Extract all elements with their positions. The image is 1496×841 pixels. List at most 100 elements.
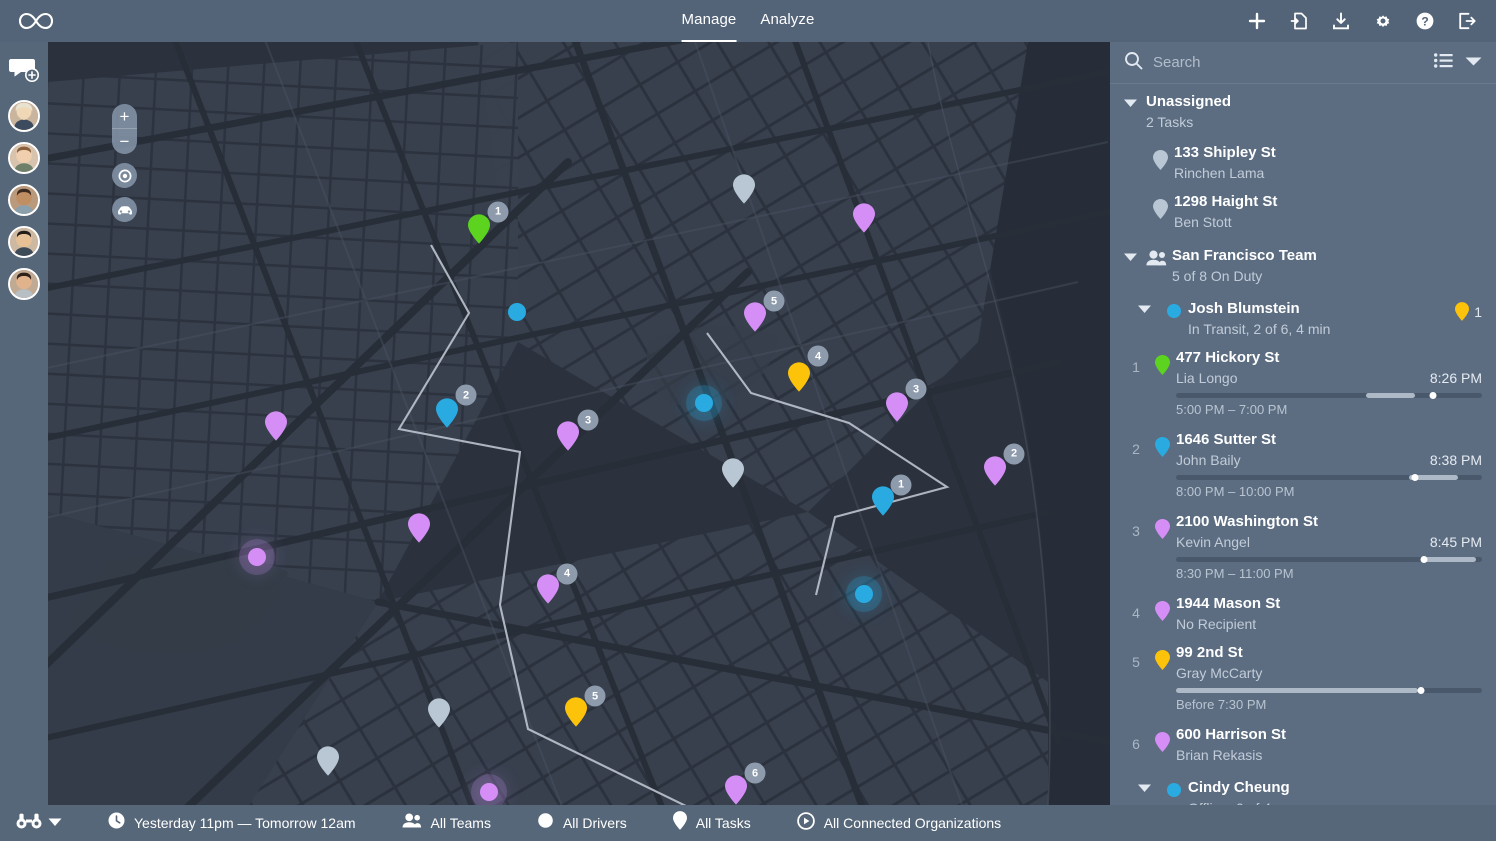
map-pin[interactable] [468, 214, 490, 244]
binoculars-filter[interactable] [0, 813, 62, 834]
filter-time-range[interactable]: Yesterday 11pm — Tomorrow 12am [108, 812, 356, 834]
list-item[interactable]: 1298 Haight St Ben Stott [1110, 187, 1496, 236]
map-driver-dot[interactable] [855, 585, 873, 603]
tab-analyze[interactable]: Analyze [760, 0, 814, 42]
driver-row-cindy-cheung[interactable]: Cindy Cheung Offline, 0 of 4 [1110, 769, 1496, 805]
task-progress-knob [1411, 474, 1418, 481]
map-pin[interactable] [565, 697, 587, 727]
list-item[interactable]: 133 Shipley St Rinchen Lama [1110, 138, 1496, 187]
task-recipient: John Baily [1176, 450, 1241, 470]
locate-icon[interactable] [112, 163, 137, 188]
task-progress-bar [1176, 475, 1482, 480]
app-root: Manage Analyze [0, 0, 1496, 841]
app-logo[interactable] [0, 9, 72, 33]
tab-manage[interactable]: Manage [682, 0, 737, 42]
driver-row-josh-blumstein[interactable]: Josh Blumstein In Transit, 2 of 6, 4 min… [1110, 292, 1496, 343]
filter-tasks-label: All Tasks [696, 815, 751, 831]
search-input[interactable] [1153, 54, 1424, 71]
map-pin[interactable] [537, 574, 559, 604]
map-pin[interactable] [557, 421, 579, 451]
chat-add-icon[interactable] [5, 52, 43, 90]
map-canvas[interactable]: + − 12345654321 [48, 42, 1110, 805]
task-row[interactable]: 32100 Washington StKevin Angel8:45 PM8:3… [1110, 507, 1496, 589]
logout-icon[interactable] [1456, 10, 1478, 32]
plus-icon[interactable] [1246, 10, 1268, 32]
map-pin[interactable] [408, 513, 430, 543]
left-rail [0, 42, 48, 805]
map-pin-sequence-badge: 4 [557, 563, 578, 584]
filter-drivers[interactable]: All Drivers [537, 812, 627, 834]
caret-down-icon[interactable] [1124, 246, 1146, 262]
driver-info: Cindy Cheung Offline, 0 of 4 [1188, 777, 1482, 805]
task-recipient: Ben Stott [1174, 212, 1232, 232]
caret-down-icon[interactable] [1138, 298, 1160, 314]
zoom-in-button[interactable]: + [112, 104, 137, 129]
task-progress-knob [1417, 687, 1424, 694]
map-pin[interactable] [725, 775, 747, 805]
map-driver-dot[interactable] [248, 548, 266, 566]
map-pin[interactable] [265, 411, 287, 441]
map-pin-sequence-badge: 2 [456, 385, 477, 406]
task-progress-knob [1420, 556, 1427, 563]
map-pin[interactable] [984, 456, 1006, 486]
avatar[interactable] [8, 100, 40, 132]
group-header-unassigned[interactable]: Unassigned 2 Tasks [1110, 84, 1496, 138]
task-row[interactable]: 21646 Sutter StJohn Baily8:38 PM8:00 PM … [1110, 425, 1496, 507]
avatar[interactable] [8, 226, 40, 258]
task-progress-knob [1430, 392, 1437, 399]
filter-time-range-label: Yesterday 11pm — Tomorrow 12am [134, 815, 356, 831]
map-pin[interactable] [744, 302, 766, 332]
list-view-icon[interactable] [1434, 53, 1453, 73]
map-pin-sequence-badge: 4 [808, 346, 829, 367]
task-eta: 8:26 PM [1422, 368, 1482, 388]
gear-icon[interactable] [1372, 10, 1394, 32]
search-bar-actions [1434, 53, 1482, 73]
map-pin[interactable] [853, 203, 875, 233]
car-icon[interactable] [112, 197, 137, 222]
chevron-down-icon[interactable] [1465, 54, 1482, 72]
caret-down-icon[interactable] [1138, 777, 1160, 793]
filter-connected-orgs[interactable]: All Connected Organizations [797, 812, 1001, 835]
map-pin[interactable] [722, 458, 744, 488]
map-pin[interactable] [436, 398, 458, 428]
driver-task-count: 1 [1474, 304, 1482, 320]
task-row[interactable]: 1477 Hickory StLia Longo8:26 PM5:00 PM –… [1110, 343, 1496, 425]
map-pin-sequence-badge: 5 [585, 686, 606, 707]
filter-tasks[interactable]: All Tasks [673, 811, 751, 835]
task-row[interactable]: 6600 Harrison StBrian Rekasis [1110, 720, 1496, 769]
map-pin[interactable] [428, 698, 450, 728]
question-circle-icon[interactable]: ? [1414, 10, 1436, 32]
task-recipient-row: Lia Longo8:26 PM [1176, 368, 1482, 388]
task-list[interactable]: Unassigned 2 Tasks 133 Shipley St Rinche… [1110, 84, 1496, 805]
task-info: 99 2nd StGray McCartyBefore 7:30 PM [1176, 642, 1482, 716]
team-icon [402, 813, 422, 833]
map-driver-dot[interactable] [508, 303, 526, 321]
map-pin[interactable] [317, 746, 339, 776]
map-pin[interactable] [733, 174, 755, 204]
filter-teams[interactable]: All Teams [402, 813, 491, 833]
task-progress-bar [1176, 688, 1482, 693]
avatar[interactable] [8, 184, 40, 216]
driver-info: Josh Blumstein In Transit, 2 of 6, 4 min [1188, 298, 1455, 339]
map-pin[interactable] [788, 362, 810, 392]
map-pin[interactable] [872, 486, 894, 516]
file-import-icon[interactable] [1288, 10, 1310, 32]
task-recipient: Brian Rekasis [1176, 745, 1262, 765]
group-header-team[interactable]: San Francisco Team 5 of 8 On Duty [1110, 236, 1496, 292]
svg-text:?: ? [1421, 14, 1428, 28]
task-row[interactable]: 41944 Mason StNo Recipient [1110, 589, 1496, 638]
caret-down-icon[interactable] [1124, 92, 1146, 108]
task-address: 2100 Washington St [1176, 511, 1482, 532]
map-pin[interactable] [886, 392, 908, 422]
map-driver-dot[interactable] [695, 394, 713, 412]
zoom-out-button[interactable]: − [112, 129, 137, 154]
avatar[interactable] [8, 268, 40, 300]
avatar[interactable] [8, 142, 40, 174]
chevron-down-icon[interactable] [48, 814, 62, 832]
driver-task-badge: 1 [1455, 298, 1482, 321]
driver-name: Josh Blumstein [1188, 298, 1455, 319]
search-icon [1124, 51, 1143, 75]
map-driver-dot[interactable] [480, 783, 498, 801]
task-row[interactable]: 599 2nd StGray McCartyBefore 7:30 PM [1110, 638, 1496, 720]
download-icon[interactable] [1330, 10, 1352, 32]
